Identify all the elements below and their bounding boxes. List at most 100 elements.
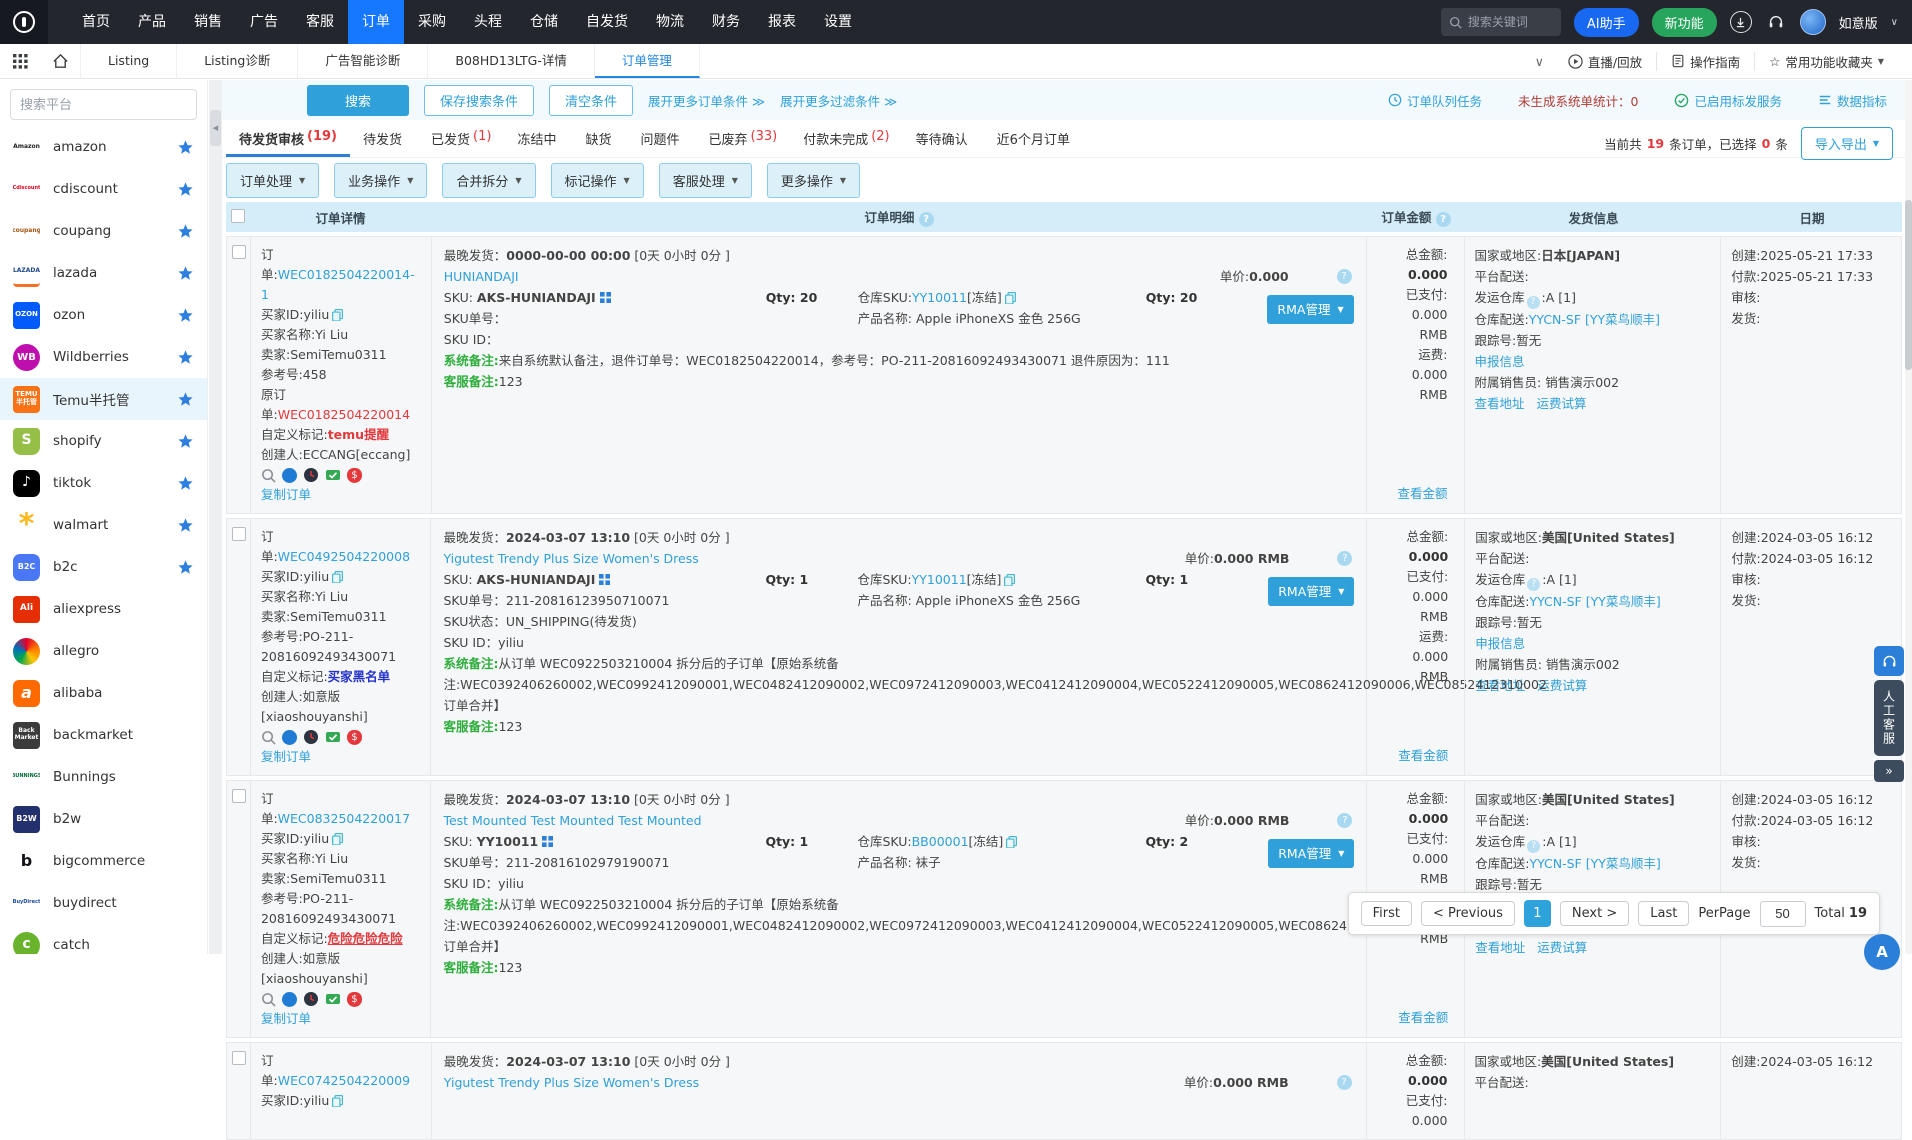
question-icon[interactable]: ? xyxy=(1337,813,1352,828)
rma-manage-button[interactable]: RMA管理▼ xyxy=(1267,295,1353,324)
copy-order-link[interactable]: 复制订单 xyxy=(261,749,311,764)
money-bag-icon[interactable]: $ xyxy=(347,468,362,483)
version-label[interactable]: 如意版 xyxy=(1839,13,1878,32)
star-icon[interactable] xyxy=(177,223,194,240)
product-title-link[interactable]: HUNIANDAJI xyxy=(444,266,519,287)
warehouse-delivery-link[interactable]: YYCN-SF [YY菜鸟顺丰] xyxy=(1529,312,1660,327)
sidebar-item-b2c[interactable]: B2C b2c xyxy=(0,546,207,588)
sku-group-icon[interactable] xyxy=(600,292,611,303)
warehouse-sku-link[interactable]: YY10011 xyxy=(912,572,967,587)
clock-icon[interactable] xyxy=(303,729,319,745)
pagination-previous-button[interactable]: < Previous xyxy=(1421,901,1515,926)
human-service-button[interactable]: 人工客服 xyxy=(1874,680,1904,756)
pagination-current-page[interactable]: 1 xyxy=(1524,900,1551,927)
sidebar-item-alibaba[interactable]: a alibaba xyxy=(0,672,207,714)
collapse-right-button[interactable]: » xyxy=(1874,760,1904,782)
money-bag-icon[interactable]: $ xyxy=(347,730,362,745)
search-button[interactable]: 搜索 xyxy=(307,85,409,116)
tabs-chevron-down-icon[interactable]: ∨ xyxy=(1525,54,1554,69)
star-icon[interactable] xyxy=(177,349,194,366)
topnav-item[interactable]: 自发货 xyxy=(572,0,642,44)
new-feature-button[interactable]: 新功能 xyxy=(1652,8,1717,37)
sidebar-item-bigcommerce[interactable]: b bigcommerce xyxy=(0,840,207,882)
topnav-item[interactable]: 首页 xyxy=(68,0,124,44)
page-scrollbar[interactable] xyxy=(1905,80,1912,954)
cart-check-icon[interactable] xyxy=(325,991,341,1007)
question-icon[interactable]: ? xyxy=(1337,1075,1352,1090)
money-bag-icon[interactable]: $ xyxy=(347,992,362,1007)
rma-manage-button[interactable]: RMA管理▼ xyxy=(1268,839,1354,868)
sidebar-item-b2w[interactable]: B2W b2w xyxy=(0,798,207,840)
declaration-link[interactable]: 申报信息 xyxy=(1475,636,1525,651)
live-replay-link[interactable]: 直播/回放 xyxy=(1554,52,1656,71)
copy-icon[interactable] xyxy=(331,308,344,321)
product-title-link[interactable]: Yigutest Trendy Plus Size Women's Dress xyxy=(444,1072,699,1093)
star-icon[interactable] xyxy=(177,139,194,156)
sidebar-item-cdiscount[interactable]: Cdiscount cdiscount xyxy=(0,168,207,210)
copy-order-link[interactable]: 复制订单 xyxy=(261,1011,311,1026)
sidebar-collapse-handle[interactable]: ◀ xyxy=(210,110,221,146)
sidebar-item-bunnings[interactable]: BUNNINGS Bunnings xyxy=(0,756,207,798)
product-title-link[interactable]: Test Mounted Test Mounted Test Mounted xyxy=(443,810,701,831)
business-ops-button[interactable]: 业务操作▼ xyxy=(334,163,427,198)
more-ops-button[interactable]: 更多操作▼ xyxy=(767,163,860,198)
sidebar-item-amazon[interactable]: Amazon amazon xyxy=(0,126,207,168)
freight-estimate-link[interactable]: 运费试算 xyxy=(1537,393,1587,414)
tab-listing-diagnosis[interactable]: Listing诊断 xyxy=(177,44,298,78)
copy-icon[interactable] xyxy=(331,570,344,583)
info-icon[interactable] xyxy=(282,730,297,745)
status-tab-to-ship[interactable]: 待发货 xyxy=(350,120,418,157)
view-amount-link[interactable]: 查看金额 xyxy=(1398,484,1448,504)
sidebar-item-shopify[interactable]: S shopify xyxy=(0,420,207,462)
sidebar-item-aliexpress[interactable]: Ali aliexpress xyxy=(0,588,207,630)
order-queue-task-link[interactable]: 订单队列任务 xyxy=(1388,91,1482,110)
sidebar-item-catch[interactable]: c catch xyxy=(0,924,207,954)
status-tab-out-of-stock[interactable]: 缺货 xyxy=(572,120,627,157)
sku-group-icon[interactable] xyxy=(599,574,610,585)
star-icon[interactable] xyxy=(177,181,194,198)
ai-assistant-button[interactable]: AI助手 xyxy=(1574,8,1639,37)
question-icon[interactable]: ? xyxy=(1527,296,1540,309)
merge-split-button[interactable]: 合并拆分▼ xyxy=(442,163,535,198)
copy-icon[interactable] xyxy=(1004,291,1017,304)
star-icon[interactable] xyxy=(177,433,194,450)
assistant-bubble[interactable]: A xyxy=(1864,934,1900,970)
status-tab-problem[interactable]: 问题件 xyxy=(627,120,695,157)
freight-estimate-link[interactable]: 运费试算 xyxy=(1537,937,1587,958)
sidebar-item-temu-active[interactable]: TEMU 半托管 Temu半托管 xyxy=(0,378,207,420)
copy-icon[interactable] xyxy=(1005,835,1018,848)
expand-filter-conditions-link[interactable]: 展开更多过滤条件 ≫ xyxy=(780,91,897,110)
clock-icon[interactable] xyxy=(303,991,319,1007)
clock-icon[interactable] xyxy=(303,467,319,483)
question-icon[interactable]: ? xyxy=(919,212,934,227)
data-metrics-link[interactable]: 数据指标 xyxy=(1818,91,1887,110)
tab-order-management-active[interactable]: 订单管理 xyxy=(595,44,700,78)
headset-icon[interactable] xyxy=(1765,11,1787,33)
tab-listing[interactable]: Listing xyxy=(80,44,177,78)
status-tab-frozen[interactable]: 冻结中 xyxy=(504,120,572,157)
sidebar-item-buydirect[interactable]: BuyDirect buydirect xyxy=(0,882,207,924)
uncreated-orders-stat[interactable]: 未生成系统单统计：0 xyxy=(1518,91,1638,110)
tab-ad-diagnosis[interactable]: 广告智能诊断 xyxy=(298,44,428,78)
status-tab-discarded[interactable]: 已废弃(33) xyxy=(696,120,791,157)
topnav-item[interactable]: 采购 xyxy=(404,0,460,44)
search-icon[interactable] xyxy=(261,468,276,483)
status-tab-payment-incomplete[interactable]: 付款未完成(2) xyxy=(790,120,902,157)
topnav-item[interactable]: 销售 xyxy=(180,0,236,44)
question-icon[interactable]: ? xyxy=(1337,551,1352,566)
info-icon[interactable] xyxy=(282,992,297,1007)
pagination-last-button[interactable]: Last xyxy=(1638,901,1689,926)
order-number-link[interactable]: WEC0832504220017 xyxy=(278,811,410,826)
warehouse-delivery-link[interactable]: YYCN-SF [YY菜鸟顺丰] xyxy=(1529,856,1660,871)
home-icon[interactable] xyxy=(40,44,80,78)
copy-icon[interactable] xyxy=(1003,573,1016,586)
question-icon[interactable]: ? xyxy=(1337,269,1352,284)
question-icon[interactable]: ? xyxy=(1527,840,1540,853)
sidebar-item-walmart[interactable]: * walmart xyxy=(0,504,207,546)
order-process-button[interactable]: 订单处理▼ xyxy=(226,163,319,198)
expand-order-conditions-link[interactable]: 展开更多订单条件 ≫ xyxy=(648,91,765,110)
global-search-input[interactable] xyxy=(1468,15,1554,29)
topnav-item-orders-active[interactable]: 订单 xyxy=(348,0,404,44)
star-icon[interactable] xyxy=(177,559,194,576)
topnav-item[interactable]: 产品 xyxy=(124,0,180,44)
